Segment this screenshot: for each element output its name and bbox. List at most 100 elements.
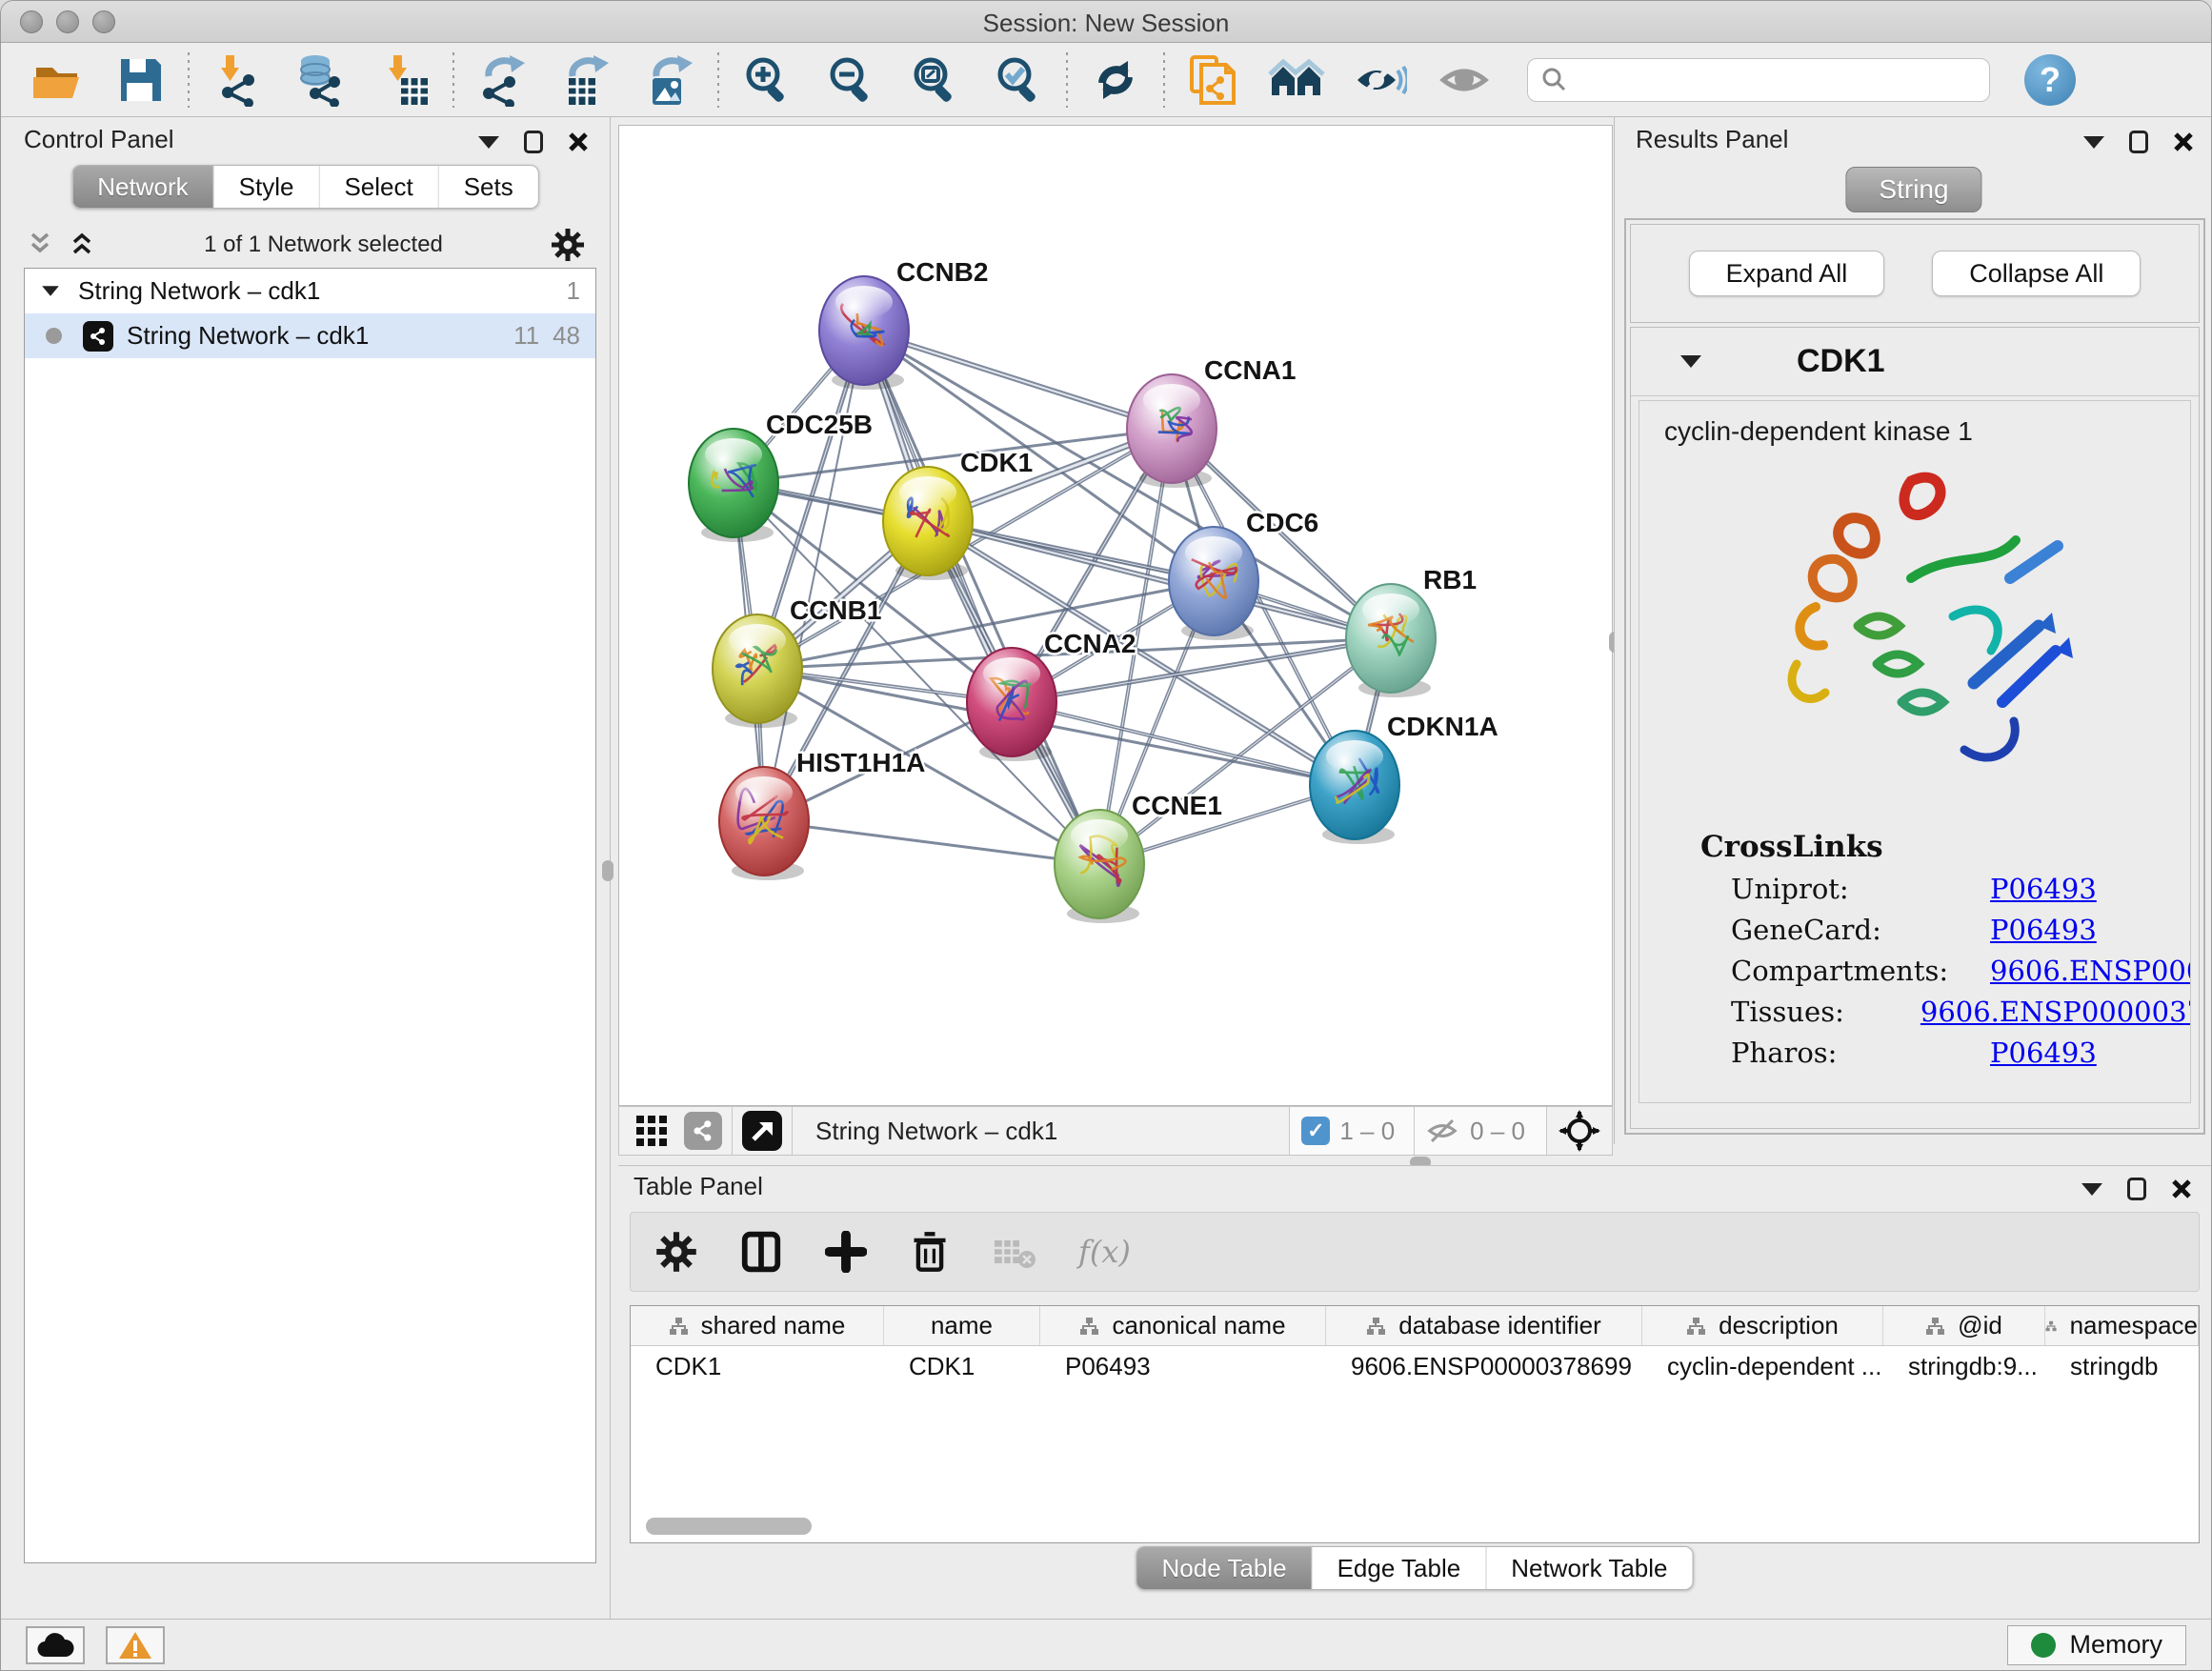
crosslink-genecard[interactable]: P06493: [1990, 914, 2097, 946]
table-options-gear-icon[interactable]: [655, 1231, 697, 1273]
column-header[interactable]: canonical name: [1040, 1306, 1326, 1345]
column-header[interactable]: namespace: [2045, 1306, 2199, 1345]
network-node-HIST1H1A[interactable]: HIST1H1A: [719, 748, 925, 880]
float-panel-icon[interactable]: [2129, 131, 2148, 153]
network-view-title: String Network – cdk1: [815, 1117, 1289, 1146]
zoom-in-button[interactable]: [725, 50, 809, 111]
tab-select[interactable]: Select: [319, 166, 438, 208]
crosslink-row: Uniprot: P06493: [1731, 873, 2190, 905]
open-session-button[interactable]: [14, 50, 98, 111]
crosshair-icon[interactable]: [1558, 1110, 1600, 1152]
birds-eye-view-icon[interactable]: [633, 1112, 671, 1150]
string-badge-icon[interactable]: [684, 1112, 722, 1150]
cell-id: stringdb:9...: [1883, 1346, 2045, 1390]
tab-network-table[interactable]: Network Table: [1486, 1547, 1692, 1589]
crosslink-uniprot[interactable]: P06493: [1990, 873, 2097, 905]
collapse-all-button[interactable]: Collapse All: [1932, 251, 2141, 296]
column-header[interactable]: shared name: [631, 1306, 884, 1345]
tab-edge-table[interactable]: Edge Table: [1313, 1547, 1487, 1589]
network-node-CCNB1[interactable]: CCNB1: [713, 595, 881, 728]
toolbar-separator: [1163, 52, 1165, 108]
column-header[interactable]: description: [1642, 1306, 1883, 1345]
table-row[interactable]: CDK1 CDK1 P06493 9606.ENSP00000378699 cy…: [631, 1346, 2199, 1390]
zoom-out-button[interactable]: [809, 50, 893, 111]
add-column-icon[interactable]: [825, 1231, 867, 1273]
column-header[interactable]: database identifier: [1326, 1306, 1642, 1345]
float-panel-icon[interactable]: [524, 131, 543, 153]
network-node-CCNE1[interactable]: CCNE1: [1055, 791, 1222, 923]
help-button[interactable]: ?: [2024, 54, 2076, 106]
close-panel-icon[interactable]: [2173, 131, 2194, 152]
network-node-RB1[interactable]: RB1: [1346, 565, 1477, 697]
float-panel-icon[interactable]: [2127, 1178, 2146, 1200]
tab-sets[interactable]: Sets: [439, 166, 538, 208]
column-label: shared name: [701, 1311, 846, 1340]
left-divider-handle[interactable]: [602, 860, 613, 881]
panel-menu-icon[interactable]: [478, 136, 499, 149]
column-header[interactable]: name: [884, 1306, 1040, 1345]
export-network-button[interactable]: [460, 50, 544, 111]
share-session-button[interactable]: [1171, 50, 1255, 111]
column-type-icon: [1079, 1317, 1098, 1336]
section-expander-icon[interactable]: [1680, 355, 1701, 368]
tab-string[interactable]: String: [1845, 167, 1981, 212]
apply-layout-button[interactable]: [1074, 50, 1157, 111]
delete-column-icon[interactable]: [909, 1231, 951, 1273]
houses-icon: [1268, 53, 1325, 107]
panel-menu-icon[interactable]: [2083, 136, 2104, 149]
show-all-button[interactable]: [1422, 50, 1506, 111]
document-share-icon: [1186, 53, 1239, 107]
zoom-selected-button[interactable]: [976, 50, 1060, 111]
tab-network[interactable]: Network: [72, 166, 213, 208]
cloud-status-button[interactable]: [26, 1626, 85, 1664]
export-image-button[interactable]: [628, 50, 712, 111]
search-input[interactable]: [1568, 67, 1978, 93]
show-columns-icon[interactable]: [739, 1230, 783, 1274]
import-network-file-button[interactable]: [195, 50, 279, 111]
save-session-button[interactable]: [98, 50, 182, 111]
main-toolbar: ?: [1, 44, 2211, 117]
network-node-CDKN1A[interactable]: CDKN1A: [1310, 712, 1498, 844]
node-label-CCNE1: CCNE1: [1132, 791, 1222, 820]
table-toolbar: f(x): [630, 1212, 2200, 1292]
gene-section-header[interactable]: CDK1: [1631, 328, 2199, 396]
close-panel-icon[interactable]: [568, 131, 589, 152]
cell-namespace: stringdb: [2045, 1346, 2199, 1390]
tab-style[interactable]: Style: [214, 166, 320, 208]
memory-button[interactable]: Memory: [2007, 1625, 2186, 1665]
export-table-button[interactable]: [544, 50, 628, 111]
tab-node-table[interactable]: Node Table: [1137, 1547, 1313, 1589]
collapse-all-icon[interactable]: [26, 231, 54, 259]
network-node-CDK1[interactable]: CDK1: [883, 448, 1033, 580]
expand-all-button[interactable]: Expand All: [1689, 251, 1885, 296]
status-bar: Memory: [1, 1619, 2211, 1670]
warnings-button[interactable]: [106, 1626, 165, 1664]
network-view-toolbar: String Network – cdk1 ✓ 1 – 0 0 – 0: [618, 1106, 1613, 1156]
tree-expander-icon[interactable]: [42, 286, 59, 295]
import-table-button[interactable]: [363, 50, 447, 111]
first-neighbors-button[interactable]: [1255, 50, 1338, 111]
network-collection-row[interactable]: String Network – cdk1 1: [25, 269, 595, 313]
close-panel-icon[interactable]: [2171, 1178, 2192, 1199]
network-graph[interactable]: CCNB2CCNA1CDC25BCDK1CDC6RB1CCNB1CCNA2CDK…: [619, 126, 1612, 1105]
collection-name: String Network – cdk1: [78, 276, 320, 306]
crosslink-compartments[interactable]: 9606.ENSP00000378699: [1990, 955, 2191, 987]
gear-icon[interactable]: [551, 228, 585, 262]
crosslink-pharos[interactable]: P06493: [1990, 1037, 2097, 1069]
network-view[interactable]: CCNB2CCNA1CDC25BCDK1CDC6RB1CCNB1CCNA2CDK…: [618, 125, 1613, 1106]
hide-selection-button[interactable]: [1338, 50, 1422, 111]
panel-menu-icon[interactable]: [2081, 1183, 2102, 1196]
toolbar-search[interactable]: [1527, 58, 1990, 102]
open-in-browser-icon[interactable]: [742, 1111, 782, 1151]
network-row[interactable]: String Network – cdk1 11 48: [25, 313, 595, 358]
crosslink-tissues[interactable]: 9606.ENSP00000378699: [1920, 996, 2191, 1028]
zoom-fit-button[interactable]: [893, 50, 976, 111]
expand-all-icon[interactable]: [68, 231, 96, 259]
horizontal-scrollbar[interactable]: [646, 1518, 812, 1535]
selected-checkbox-icon[interactable]: ✓: [1301, 1117, 1330, 1145]
network-node-CCNB2[interactable]: CCNB2: [819, 257, 988, 390]
column-label: namespace: [2070, 1311, 2198, 1340]
network-node-CDC6[interactable]: CDC6: [1169, 508, 1318, 640]
import-network-database-button[interactable]: [279, 50, 363, 111]
column-header[interactable]: @id: [1883, 1306, 2045, 1345]
